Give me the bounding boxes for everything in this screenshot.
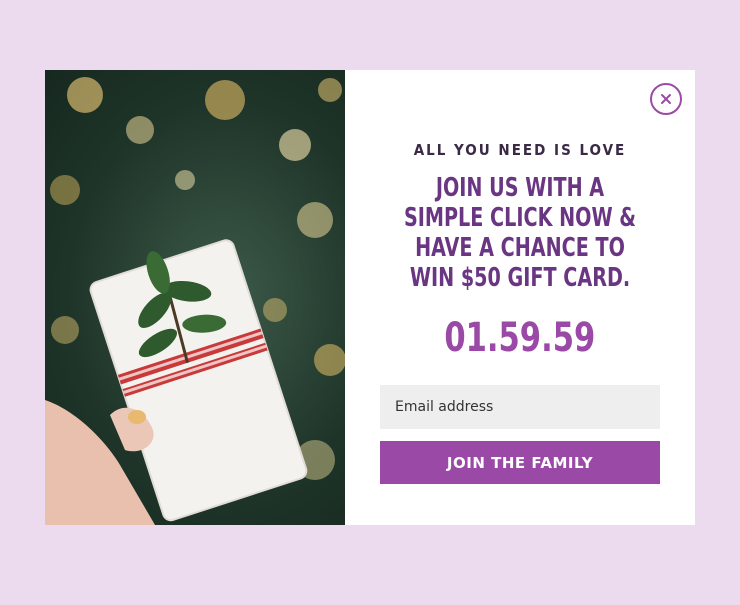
signup-popup: ALL YOU NEED IS LOVE JOIN US WITH A SIMP… (45, 70, 695, 525)
email-field[interactable] (380, 385, 660, 429)
popup-kicker: ALL YOU NEED IS LOVE (413, 141, 627, 159)
close-button[interactable] (650, 83, 682, 115)
join-button[interactable]: JOIN THE FAMILY (380, 441, 660, 484)
gift-photo (45, 70, 345, 525)
gift-illustration (45, 77, 345, 525)
close-icon (661, 94, 671, 104)
popup-content: ALL YOU NEED IS LOVE JOIN US WITH A SIMP… (345, 70, 695, 525)
popup-headline: JOIN US WITH A SIMPLE CLICK NOW & HAVE A… (403, 173, 637, 293)
countdown-timer: 01.59.59 (444, 315, 596, 361)
